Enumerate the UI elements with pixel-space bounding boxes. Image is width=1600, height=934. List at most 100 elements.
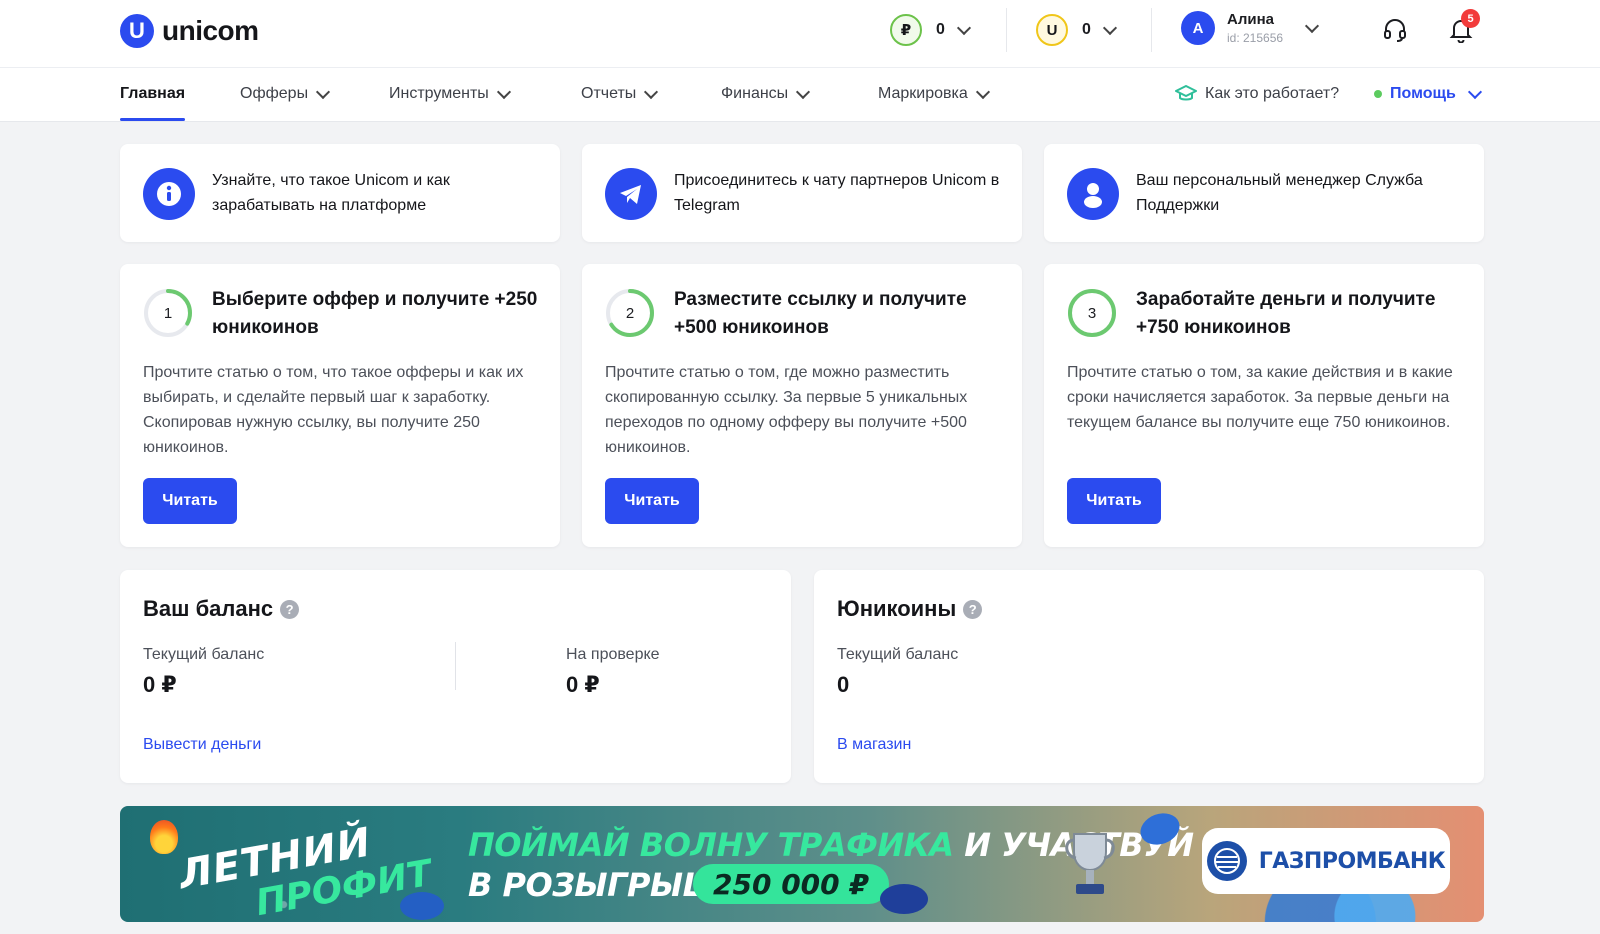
chevron-down-icon [316,84,331,99]
logo-mark: U [120,14,154,48]
chevron-down-icon [496,84,511,99]
user-info: Алина id: 215656 [1227,11,1283,45]
shop-link[interactable]: В магазин [837,736,911,754]
nav-label: Главная [120,85,186,102]
step-number: 1 [163,304,173,322]
step-card-1: 1 Выберите оффер и получите +250 юникоин… [120,264,560,547]
chevron-down-icon [644,84,659,99]
unicoins-balance-label: Текущий баланс [837,646,959,663]
nav-label: Инструменты [389,85,489,102]
coin-decoration [880,884,928,914]
user-name: Алина [1227,11,1274,28]
user-id: id: 215656 [1227,31,1284,45]
unicoins-balance-value: 0 [837,672,850,697]
sponsor-badge: ГАЗПРОМБАНК [1202,828,1450,894]
nav-item-tools[interactable]: Инструменты [389,84,511,103]
step-progress-ring: 1 [143,288,193,338]
divider [1151,8,1152,52]
question-icon[interactable]: ? [963,599,983,619]
read-button[interactable]: Читать [1067,478,1161,524]
step-description: Прочтите статью о том, что такое офферы … [143,364,524,456]
telegram-icon [605,168,657,220]
trophy-icon [1060,828,1120,902]
balance-title-text: Ваш баланс [143,596,274,621]
nav-item-reports[interactable]: Отчеты [581,84,659,103]
avatar: А [1181,11,1215,45]
step-number: 3 [1087,304,1097,322]
read-button[interactable]: Читать [143,478,237,524]
fire-icon [150,820,178,854]
info-card-text: Узнайте, что такое Unicom и как зарабаты… [212,172,450,214]
step-title: Разместите ссылку и получите +500 юникои… [674,289,967,338]
info-card-about[interactable]: Узнайте, что такое Unicom и как зарабаты… [120,144,560,242]
step-title: Выберите оффер и получите +250 юникоинов [212,289,538,338]
online-status-dot [1374,90,1382,98]
unicoins-card: Юникоины ? Текущий баланс 0 В магазин [814,570,1484,783]
chevron-down-icon [1102,20,1117,35]
question-icon[interactable]: ? [280,599,300,619]
nav-label: Маркировка [878,85,968,102]
chevron-down-icon [1467,84,1482,99]
chevron-down-icon [956,20,971,35]
notification-badge: 5 [1461,9,1480,28]
nav-item-marking[interactable]: Маркировка [878,84,990,103]
step-card-2: 2 Разместите ссылку и получите +500 юник… [582,264,1022,547]
chevron-down-icon [975,84,990,99]
current-balance-value: 0 ₽ [143,672,177,697]
promo-banner[interactable]: ЛЕТНИЙ ПРОФИТ ПОЙМАЙ ВОЛНУ ТРАФИКА И УЧА… [120,806,1484,922]
ruble-balance: 0 [936,21,945,38]
unicoin-wallet[interactable]: U 0 [1036,14,1117,46]
chevron-down-icon [796,84,811,99]
graduation-cap-icon [1175,85,1197,101]
active-tab-indicator [120,118,185,121]
step-progress-ring: 2 [605,288,655,338]
read-button[interactable]: Читать [605,478,699,524]
bell-icon[interactable]: 5 [1445,9,1480,46]
divider [455,642,456,690]
nav-label: Отчеты [581,85,637,102]
banner-headline-green: ПОЙМАЙ ВОЛНУ ТРАФИКА [468,826,954,864]
info-icon [143,168,195,220]
support-headset-icon[interactable] [1379,14,1411,46]
step-description: Прочтите статью о том, где можно размест… [605,364,968,456]
info-card-text: Ваш персональный менеджер Служба Поддерж… [1136,172,1423,214]
withdraw-link[interactable]: Вывести деньги [143,736,261,754]
nav-label: Финансы [721,85,789,102]
coin-decoration [400,892,444,920]
manager-icon [1067,168,1119,220]
nav-item-offers[interactable]: Офферы [240,84,331,103]
unicoins-title-text: Юникоины [837,596,957,621]
logo-text: unicom [162,15,259,46]
unicoins-title: Юникоины ? [837,596,983,622]
sponsor-name: ГАЗПРОМБАНК [1258,848,1446,874]
step-title: Заработайте деньги и получите +750 юнико… [1136,289,1436,338]
step-progress-ring: 3 [1067,288,1117,338]
step-number: 2 [625,304,635,322]
info-card-text: Присоединитесь к чату партнеров Unicom в… [674,172,1000,214]
help-menu[interactable]: Помощь [1374,84,1482,103]
current-balance-label: Текущий баланс [143,646,265,663]
main-nav: Главная Офферы Инструменты Отчеты Финанс… [0,68,1600,122]
chevron-down-icon [1304,18,1320,33]
unicoin-icon: U [1036,14,1068,46]
prize-pill: 250 000 ₽ [693,864,889,904]
unicoin-balance: 0 [1082,21,1091,38]
step-card-3: 3 Заработайте деньги и получите +750 юни… [1044,264,1484,547]
help-label: Помощь [1390,85,1456,102]
user-menu[interactable]: А Алина id: 215656 [1181,11,1320,45]
nav-item-home[interactable]: Главная [120,85,185,103]
gazprombank-logo-icon [1206,841,1247,881]
balance-title: Ваш баланс ? [143,596,300,622]
balance-card: Ваш баланс ? Текущий баланс 0 ₽ На прове… [120,570,791,783]
ruble-wallet[interactable]: ₽ 0 [890,14,971,46]
pending-balance-label: На проверке [566,646,660,663]
unicom-logo[interactable]: U unicom [120,14,259,48]
info-card-telegram[interactable]: Присоединитесь к чату партнеров Unicom в… [582,144,1022,242]
step-description: Прочтите статью о том, за какие действия… [1067,364,1453,431]
nav-label: Офферы [240,85,309,102]
how-it-works-link[interactable]: Как это работает? [1175,85,1339,103]
nav-item-finance[interactable]: Финансы [721,84,811,103]
pending-balance-value: 0 ₽ [566,672,600,697]
info-card-manager[interactable]: Ваш персональный менеджер Служба Поддерж… [1044,144,1484,242]
how-it-works-label: Как это работает? [1205,85,1340,102]
